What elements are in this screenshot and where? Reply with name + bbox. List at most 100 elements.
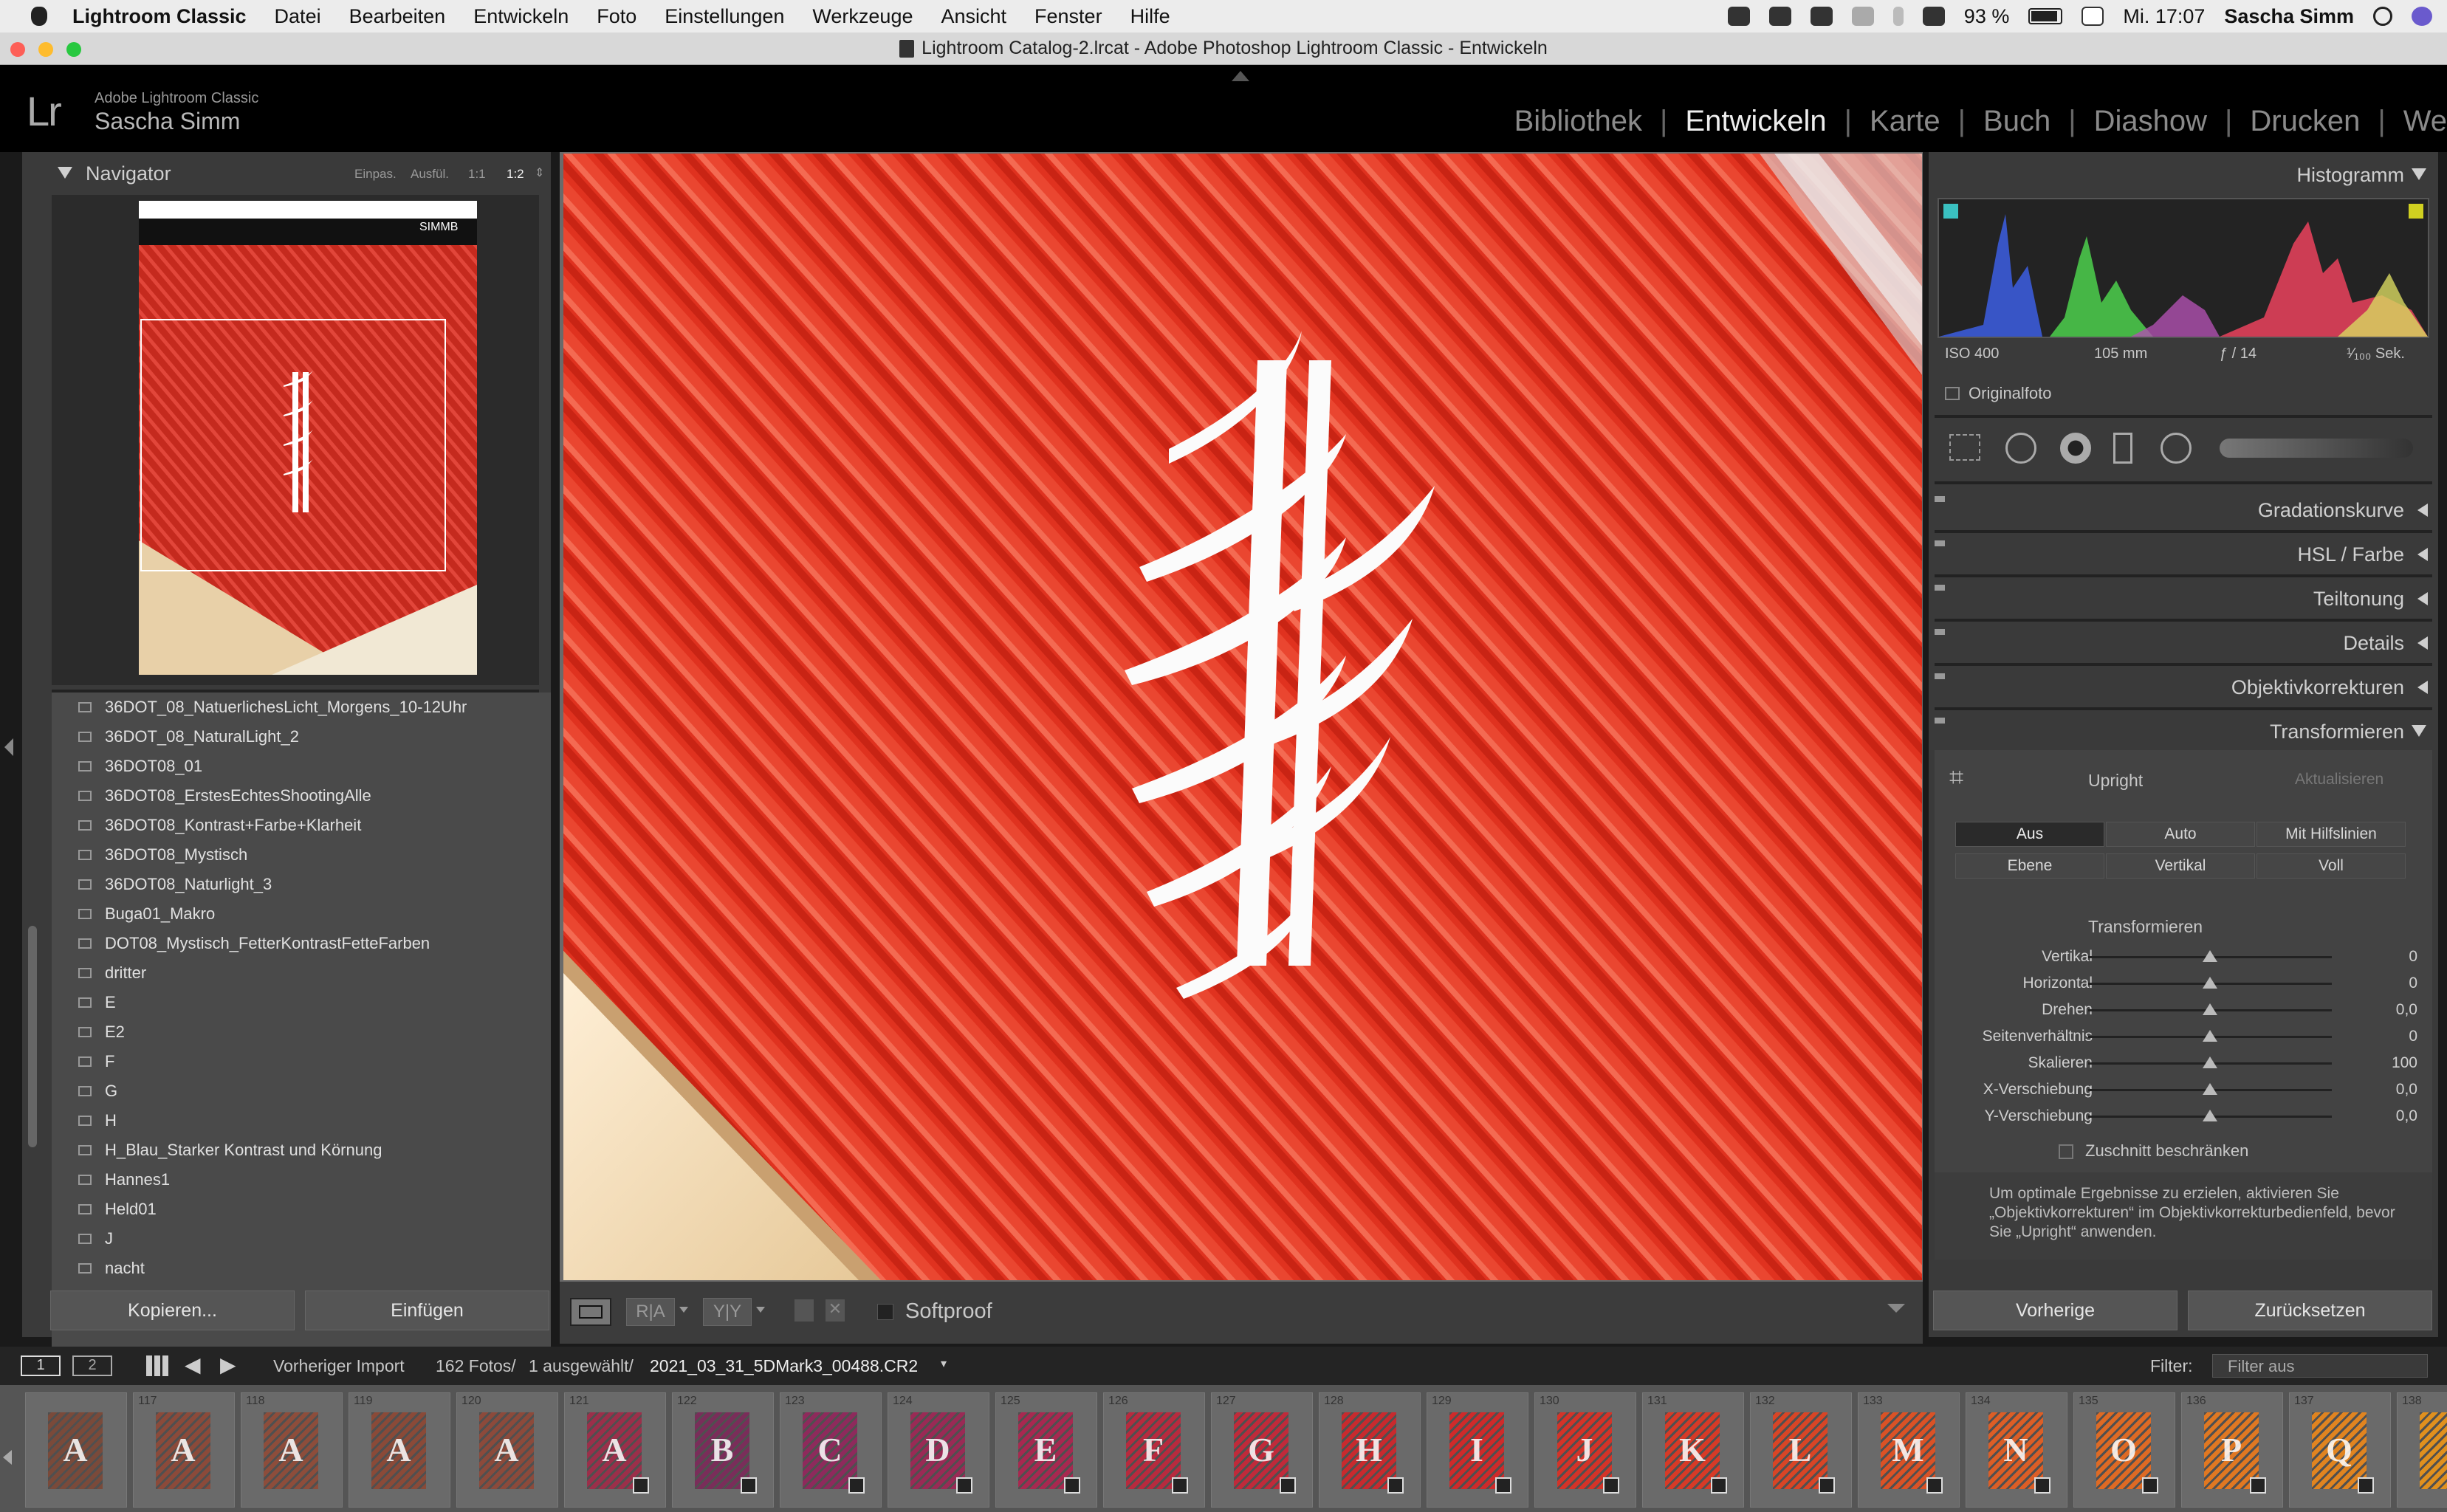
- left-panel-toggle-icon[interactable]: [4, 738, 13, 756]
- upright-level-button[interactable]: Ebene: [1955, 853, 2104, 879]
- reset-button[interactable]: Zurücksetzen: [2188, 1291, 2432, 1330]
- slider-value[interactable]: 0,0: [2396, 1081, 2417, 1099]
- preset-item[interactable]: Buga01_Makro: [52, 899, 551, 929]
- section-gradationskurve[interactable]: Gradationskurve: [1929, 487, 2438, 530]
- reject-flag-icon[interactable]: ✕: [826, 1299, 845, 1322]
- constrain-crop-checkbox[interactable]: [2059, 1144, 2073, 1159]
- filmstrip-thumb[interactable]: 125 E: [995, 1392, 1097, 1508]
- apple-icon[interactable]: [31, 7, 47, 26]
- slider-value[interactable]: 0: [2409, 948, 2417, 966]
- module-web[interactable]: We: [2386, 105, 2447, 138]
- preset-item[interactable]: 36DOT_08_NaturalLight_2: [52, 722, 551, 752]
- preset-item[interactable]: 36DOT08_Kontrast+Farbe+Klarheit: [52, 811, 551, 840]
- upright-off-button[interactable]: Aus: [1955, 822, 2104, 847]
- paste-settings-button[interactable]: Einfügen: [305, 1291, 549, 1330]
- upright-auto-button[interactable]: Auto: [2106, 822, 2255, 847]
- menu-foto[interactable]: Foto: [597, 5, 636, 28]
- preset-item[interactable]: DOT08_Mystisch_FetterKontrastFetteFarben: [52, 929, 551, 958]
- menu-ansicht[interactable]: Ansicht: [941, 5, 1006, 28]
- preset-item[interactable]: Held01: [52, 1195, 551, 1224]
- navigator-viewport-rect[interactable]: [140, 319, 446, 571]
- filmstrip-thumb[interactable]: 135 O: [2073, 1392, 2175, 1508]
- preset-item[interactable]: 36DOT08_ErstesEchtesShootingAlle: [52, 781, 551, 811]
- slider-value[interactable]: 100: [2392, 1054, 2417, 1072]
- preset-item[interactable]: dritter: [52, 958, 551, 988]
- flag-icon[interactable]: [794, 1299, 814, 1322]
- module-drucken[interactable]: Drucken: [2232, 105, 2378, 138]
- bluetooth-icon[interactable]: [1892, 7, 1904, 26]
- slider-value[interactable]: 0,0: [2396, 1001, 2417, 1019]
- close-window-button[interactable]: [10, 42, 25, 57]
- graduated-filter-icon[interactable]: [2113, 433, 2132, 464]
- preset-item[interactable]: E: [52, 988, 551, 1017]
- toolbar-options-icon[interactable]: [1887, 1304, 1905, 1313]
- menu-bearbeiten[interactable]: Bearbeiten: [349, 5, 446, 28]
- preset-item[interactable]: F: [52, 1047, 551, 1076]
- upright-tool-icon[interactable]: ⌗: [1949, 763, 1963, 792]
- upright-guided-button[interactable]: Mit Hilfslinien: [2256, 822, 2406, 847]
- histogram-header[interactable]: Histogramm: [1929, 152, 2438, 195]
- filmstrip-thumb[interactable]: 121 A: [564, 1392, 666, 1508]
- filmstrip-thumb[interactable]: 136 P: [2181, 1392, 2283, 1508]
- current-filename[interactable]: 2021_03_31_5DMark3_00488.CR2: [650, 1356, 918, 1376]
- section-details[interactable]: Details: [1929, 620, 2438, 663]
- red-eye-tool-icon[interactable]: [2060, 433, 2091, 464]
- preset-list-scrollbar[interactable]: [28, 926, 37, 1147]
- battery-icon[interactable]: [2028, 8, 2063, 24]
- dropbox-icon[interactable]: [1810, 7, 1833, 26]
- section-hsl-farbe[interactable]: HSL / Farbe: [1929, 532, 2438, 574]
- preset-item[interactable]: 36DOT08_Naturlight_3: [52, 870, 551, 899]
- back-arrow-icon[interactable]: ◀: [185, 1353, 201, 1377]
- expand-triangle-icon[interactable]: [2417, 636, 2428, 650]
- collapse-triangle-icon[interactable]: [2412, 725, 2426, 737]
- screen-1-button[interactable]: 1: [21, 1355, 61, 1376]
- status-icon[interactable]: [1727, 7, 1750, 26]
- filter-select[interactable]: Filter aus: [2212, 1354, 2428, 1378]
- main-photo[interactable]: [563, 154, 1922, 1280]
- user-name[interactable]: Sascha Simm: [2224, 5, 2354, 28]
- filmstrip-thumb[interactable]: A: [25, 1392, 127, 1508]
- zoom-1-1[interactable]: 1:1: [468, 167, 486, 182]
- menu-hilfe[interactable]: Hilfe: [1130, 5, 1170, 28]
- collapse-triangle-icon[interactable]: [58, 167, 72, 179]
- filmstrip-thumb[interactable]: 117 A: [133, 1392, 235, 1508]
- preset-item[interactable]: H: [52, 1106, 551, 1135]
- creative-cloud-icon[interactable]: [1851, 7, 1874, 26]
- filmstrip-thumb[interactable]: 126 F: [1103, 1392, 1205, 1508]
- filmstrip-thumb[interactable]: 123 C: [780, 1392, 882, 1508]
- section-teiltonung[interactable]: Teiltonung: [1929, 576, 2438, 619]
- preset-item[interactable]: J: [52, 1224, 551, 1254]
- zoom-fill[interactable]: Ausfül.: [411, 167, 449, 182]
- filmstrip-thumb[interactable]: 128 H: [1319, 1392, 1421, 1508]
- copy-settings-button[interactable]: Kopieren...: [50, 1291, 295, 1330]
- zoom-dropdown-icon[interactable]: ⇕: [535, 165, 544, 180]
- zoom-window-button[interactable]: [66, 42, 81, 57]
- slider-value[interactable]: 0: [2409, 1028, 2417, 1045]
- slider-value[interactable]: 0: [2409, 975, 2417, 992]
- loupe-view-button[interactable]: [570, 1298, 611, 1326]
- menu-fenster[interactable]: Fenster: [1034, 5, 1102, 28]
- source-label[interactable]: Vorheriger Import: [273, 1356, 405, 1376]
- menu-datei[interactable]: Datei: [275, 5, 321, 28]
- histogram-collapse-icon[interactable]: [2412, 168, 2426, 180]
- preset-item[interactable]: 36DOT08_Mystisch: [52, 840, 551, 870]
- section-transformieren[interactable]: Transformieren: [1929, 709, 2438, 752]
- section-objektivkorrekturen[interactable]: Objektivkorrekturen: [1929, 664, 2438, 707]
- preset-item[interactable]: 36DOT08_01: [52, 752, 551, 781]
- upright-full-button[interactable]: Voll: [2256, 853, 2406, 879]
- zoom-1-2[interactable]: 1:2: [507, 167, 524, 182]
- original-photo-checkbox[interactable]: [1945, 387, 1960, 400]
- menu-app[interactable]: Lightroom Classic: [72, 5, 247, 28]
- filmstrip-thumb[interactable]: 129 I: [1427, 1392, 1528, 1508]
- preset-item[interactable]: G: [52, 1076, 551, 1106]
- calendar-icon[interactable]: [2082, 7, 2104, 26]
- filmstrip-thumb[interactable]: 124 D: [888, 1392, 989, 1508]
- filmstrip-thumb[interactable]: 119 A: [349, 1392, 450, 1508]
- module-bibliothek[interactable]: Bibliothek: [1497, 105, 1660, 138]
- slider-thumb[interactable]: [2203, 1030, 2217, 1042]
- module-diashow[interactable]: Diashow: [2076, 105, 2225, 138]
- filmstrip-thumb[interactable]: 138: [2397, 1392, 2447, 1508]
- upright-vertical-button[interactable]: Vertikal: [2106, 853, 2255, 879]
- filmstrip-thumb[interactable]: 127 G: [1211, 1392, 1313, 1508]
- filename-dropdown-icon[interactable]: ▾: [941, 1356, 947, 1371]
